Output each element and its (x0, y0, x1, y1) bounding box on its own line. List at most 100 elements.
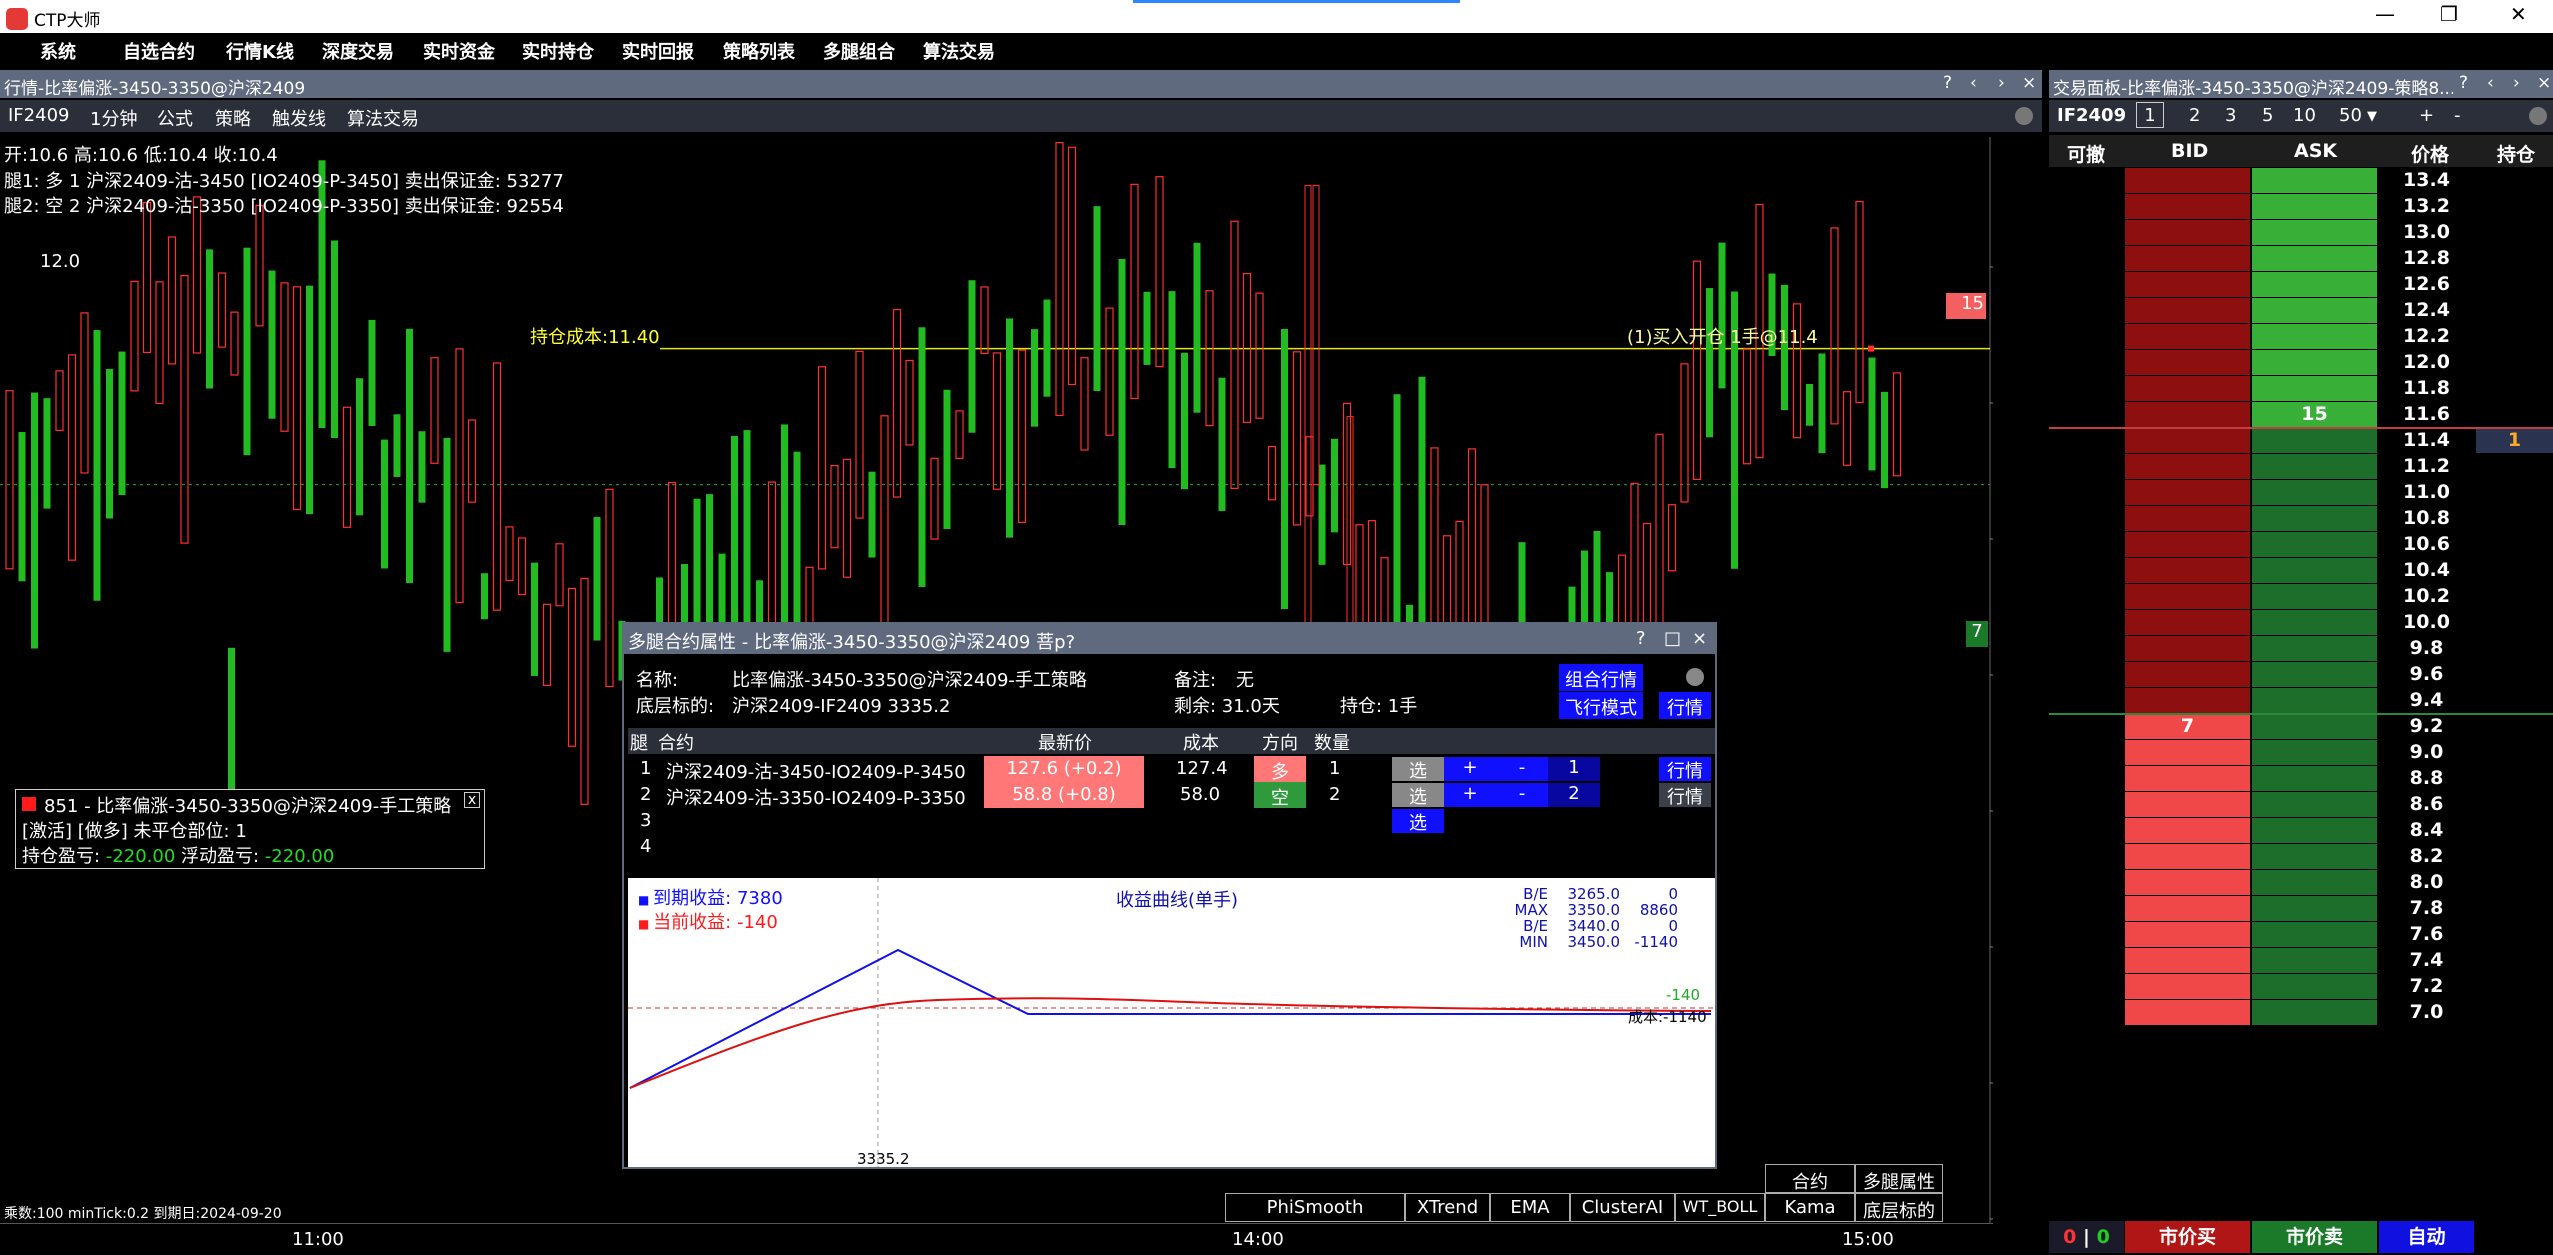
menu-watchlist[interactable]: 自选合约 (123, 38, 195, 64)
bid-cell[interactable] (2125, 870, 2250, 895)
bid-cell[interactable] (2125, 948, 2250, 973)
indicator-phismooth[interactable]: PhiSmooth (1225, 1193, 1405, 1222)
bid-cell[interactable] (2125, 454, 2250, 479)
price-ladder[interactable]: 13.4 13.2 13.0 12.8 12.6 12.4 12.2 12.0 11.8 15 11… (2049, 168, 2553, 1223)
ladder-row[interactable]: 7.8 (2049, 896, 2553, 922)
bid-cell[interactable] (2125, 480, 2250, 505)
dialog-quote-button[interactable]: 行情 (1659, 692, 1711, 719)
bid-cell[interactable] (2125, 844, 2250, 869)
bid-cell[interactable] (2125, 636, 2250, 661)
ladder-row[interactable]: 8.0 (2049, 870, 2553, 896)
ask-cell[interactable] (2252, 974, 2377, 999)
ask-cell[interactable] (2252, 948, 2377, 973)
period-selector[interactable]: 1分钟 (90, 105, 137, 131)
next-icon[interactable]: › (1998, 73, 2005, 93)
ask-cell[interactable] (2252, 766, 2377, 791)
bid-cell[interactable] (2125, 584, 2250, 609)
leg-minus-button[interactable]: - (1496, 757, 1548, 781)
bid-cell[interactable] (2125, 974, 2250, 999)
ladder-row[interactable]: 10.6 (2049, 532, 2553, 558)
ask-cell[interactable] (2252, 688, 2377, 713)
ask-cell[interactable] (2252, 454, 2377, 479)
ladder-row[interactable]: 10.2 (2049, 584, 2553, 610)
ladder-row[interactable]: 12.0 (2049, 350, 2553, 376)
ladder-row[interactable]: 11.2 (2049, 454, 2553, 480)
bid-cell[interactable] (2125, 662, 2250, 687)
close-window-icon[interactable]: ✕ (2510, 2, 2527, 26)
ladder-row[interactable]: 12.4 (2049, 298, 2553, 324)
leg-select-button[interactable]: 选 (1392, 809, 1444, 834)
menu-multileg[interactable]: 多腿组合 (823, 38, 895, 64)
bid-cell[interactable] (2125, 194, 2250, 219)
indicator-clusterai[interactable]: ClusterAI (1570, 1193, 1675, 1222)
ladder-row[interactable]: 10.8 (2049, 506, 2553, 532)
ask-cell[interactable] (2252, 714, 2377, 739)
indicator-xtrend[interactable]: XTrend (1405, 1193, 1490, 1222)
leg-minus-button[interactable]: - (1496, 783, 1548, 807)
bid-cell[interactable] (2125, 506, 2250, 531)
ask-cell[interactable] (2252, 1000, 2377, 1025)
bid-cell[interactable] (2125, 1000, 2250, 1025)
ladder-row[interactable]: 13.2 (2049, 194, 2553, 220)
ask-cell[interactable] (2252, 844, 2377, 869)
dialog-help-icon[interactable]: ? (1636, 628, 1646, 649)
ask-cell[interactable] (2252, 532, 2377, 557)
position-box[interactable]: 851 - 比率偏涨-3450-3350@沪深2409-手工策略 x [激活] … (15, 789, 485, 869)
indicator-underlying[interactable]: 底层标的 (1855, 1193, 1943, 1222)
ask-cell[interactable] (2252, 558, 2377, 583)
menu-reports[interactable]: 实时回报 (622, 38, 694, 64)
bid-cell[interactable] (2125, 558, 2250, 583)
ladder-row[interactable]: 12.2 (2049, 324, 2553, 350)
ladder-row[interactable]: 7.0 (2049, 1000, 2553, 1026)
dialog-close-icon[interactable]: × (1692, 628, 1707, 649)
bid-cell[interactable] (2125, 610, 2250, 635)
qty-dropdown[interactable]: 50 (2339, 105, 2362, 126)
ask-cell[interactable] (2252, 662, 2377, 687)
bid-cell[interactable] (2125, 350, 2250, 375)
dialog-maximize-icon[interactable]: □ (1664, 628, 1681, 649)
ask-cell[interactable] (2252, 636, 2377, 661)
leg-select-button[interactable]: 选 (1392, 757, 1444, 782)
bid-cell[interactable] (2125, 246, 2250, 271)
ladder-row[interactable]: 9.4 (2049, 688, 2553, 714)
ask-cell[interactable] (2252, 584, 2377, 609)
ask-cell[interactable] (2252, 220, 2377, 245)
fly-mode-button[interactable]: 飞行模式 (1559, 692, 1643, 719)
symbol-selector[interactable]: IF2409 (8, 105, 69, 126)
qty-option-selected[interactable]: 1 (2136, 102, 2164, 128)
minimize-icon[interactable]: — (2375, 2, 2395, 26)
bid-cell[interactable] (2125, 740, 2250, 765)
auto-button[interactable]: 自动 (2379, 1221, 2474, 1253)
ladder-row[interactable]: 10.4 (2049, 558, 2553, 584)
ladder-row[interactable]: 11.4 1 (2049, 427, 2553, 454)
menu-kline[interactable]: 行情K线 (226, 38, 294, 64)
ask-cell[interactable] (2252, 922, 2377, 947)
ladder-row[interactable]: 13.4 (2049, 168, 2553, 194)
trigger-line-button[interactable]: 触发线 (272, 105, 326, 131)
bid-cell[interactable] (2125, 792, 2250, 817)
ladder-row[interactable]: 9.6 (2049, 662, 2553, 688)
bid-cell[interactable]: 7 (2125, 714, 2250, 739)
qty-option[interactable]: 2 (2189, 105, 2200, 126)
ask-cell[interactable] (2252, 246, 2377, 271)
formula-button[interactable]: 公式 (157, 105, 193, 131)
ask-cell[interactable]: 15 (2252, 402, 2377, 427)
indicator-wtboll[interactable]: WT_BOLL (1675, 1193, 1765, 1222)
multileg-props-button[interactable]: 多腿属性 (1855, 1164, 1943, 1193)
ladder-row[interactable]: 13.0 (2049, 220, 2553, 246)
ask-cell[interactable] (2252, 272, 2377, 297)
ask-cell[interactable] (2252, 168, 2377, 193)
qty-plus-button[interactable]: + (2419, 105, 2434, 126)
position-close-icon[interactable]: x (464, 792, 480, 808)
ladder-row[interactable]: 8.4 (2049, 818, 2553, 844)
ladder-row[interactable]: 7.6 (2049, 922, 2553, 948)
ask-cell[interactable] (2252, 896, 2377, 921)
close-panel-icon[interactable]: × (2022, 73, 2036, 93)
leg-direction[interactable]: 空 (1254, 782, 1306, 809)
leg-quote-button[interactable]: 行情 (1659, 783, 1711, 808)
bid-cell[interactable] (2125, 272, 2250, 297)
prev-icon[interactable]: ‹ (1970, 73, 1977, 93)
indicator-ema[interactable]: EMA (1490, 1193, 1570, 1222)
multileg-dialog[interactable]: 多腿合约属性 - 比率偏涨-3450-3350@沪深2409 菩p? ? □ ×… (622, 622, 1717, 1169)
bid-cell[interactable] (2125, 220, 2250, 245)
